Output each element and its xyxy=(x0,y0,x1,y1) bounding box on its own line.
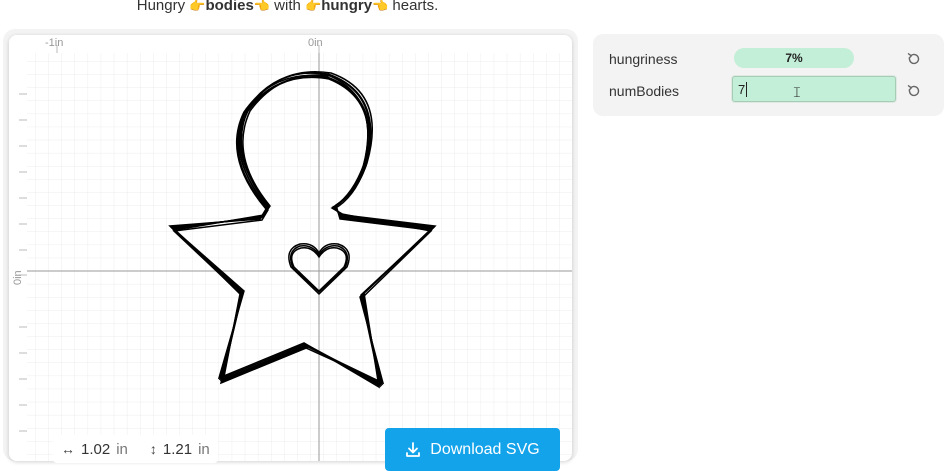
headline-word: hearts. xyxy=(392,0,439,14)
width-arrow-icon: ↔ xyxy=(61,441,75,457)
canvas-panel: -1in 0in 0in ↔ 1.02 in ↕ 1.21 in Downloa… xyxy=(3,29,578,471)
pointing-hand-icon: 👉 xyxy=(189,0,206,13)
height-arrow-icon: ↕ xyxy=(149,441,157,457)
headline-word-bold: hungry xyxy=(321,0,373,14)
download-svg-button[interactable]: Download SVG xyxy=(385,428,560,471)
left-ruler xyxy=(9,35,27,461)
top-ruler xyxy=(9,35,572,53)
hungriness-slider[interactable]: 7% xyxy=(734,48,854,68)
param-label-numbodies: numBodies xyxy=(609,83,680,99)
width-value: 1.02 xyxy=(81,440,111,458)
ibeam-cursor-icon: 𝙸 xyxy=(792,84,802,100)
width-unit: in xyxy=(116,440,128,458)
param-label-hungriness: hungriness xyxy=(609,51,678,67)
pointing-hand-icon: 👉 xyxy=(305,0,322,13)
reset-icon[interactable] xyxy=(906,51,922,67)
drawing-canvas[interactable]: -1in 0in 0in xyxy=(9,35,572,461)
numbodies-value: 7 xyxy=(738,81,746,97)
pointing-hand-icon: 👈 xyxy=(372,0,389,13)
ruler-label-zero-x: 0in xyxy=(308,37,323,49)
hungriness-value: 7% xyxy=(785,51,803,65)
pointing-hand-icon: 👈 xyxy=(253,0,270,13)
height-unit: in xyxy=(198,440,210,458)
numbodies-input[interactable]: 7 xyxy=(732,76,896,102)
download-svg-label: Download SVG xyxy=(430,440,540,458)
grid-background xyxy=(27,53,572,461)
headline-word-bold: bodies xyxy=(205,0,254,14)
parameters-panel: hungriness 7% numBodies 7 𝙸 xyxy=(593,34,944,116)
drawing-svg[interactable]: -1in 0in 0in xyxy=(9,35,572,461)
download-icon xyxy=(406,441,421,457)
ruler-label-neg1: -1in xyxy=(45,37,63,49)
text-caret xyxy=(746,81,748,97)
headline: Hungry 👉bodies👈 with 👉hungry👈 hearts. xyxy=(0,0,575,15)
reset-icon[interactable] xyxy=(906,83,922,99)
ruler-label-zero-y: 0in xyxy=(12,270,24,285)
headline-word: Hungry xyxy=(136,0,186,14)
dimensions-readout: ↔ 1.02 in ↕ 1.21 in xyxy=(53,435,218,463)
headline-word: with xyxy=(274,0,301,14)
height-value: 1.21 xyxy=(162,440,193,458)
